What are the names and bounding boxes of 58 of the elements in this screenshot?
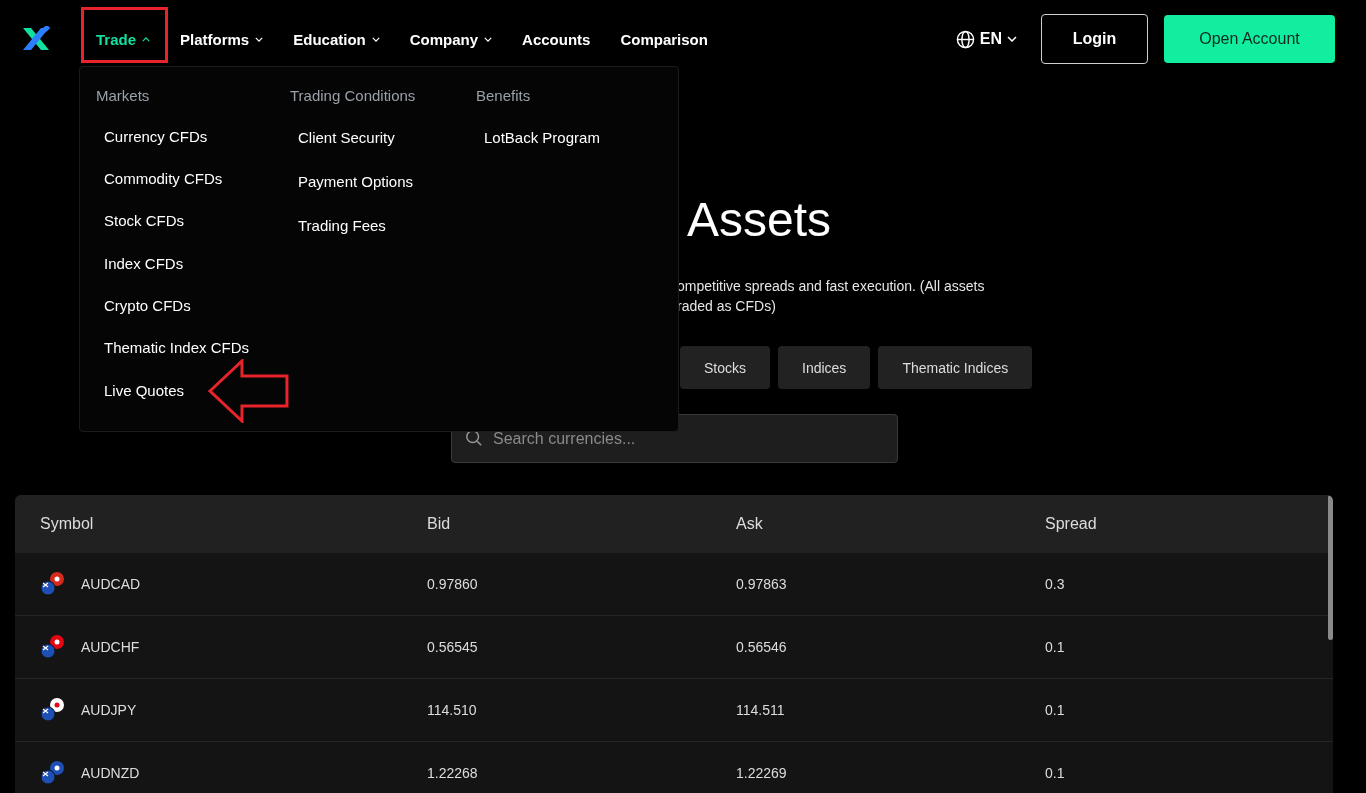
flags-icon bbox=[40, 697, 66, 723]
column-header: Spread bbox=[1045, 515, 1098, 533]
table-cell: AUDJPY bbox=[81, 702, 137, 718]
menu-item[interactable]: LotBack Program bbox=[476, 128, 600, 146]
table-cell: AUDNZD bbox=[81, 765, 140, 781]
filter-tab[interactable]: Stocks bbox=[680, 346, 770, 389]
column-header: Ask bbox=[736, 515, 764, 533]
menu-item[interactable]: Trading Fees bbox=[290, 216, 386, 234]
table-cell: 0.97863 bbox=[736, 576, 787, 592]
table-cell: 0.1 bbox=[1045, 639, 1065, 655]
nav-link[interactable]: Accounts bbox=[507, 19, 606, 59]
filter-tab[interactable]: Indices bbox=[778, 346, 871, 389]
table-cell: AUDCAD bbox=[81, 576, 141, 592]
flags-icon bbox=[40, 571, 66, 597]
menu-item[interactable]: Thematic Index CFDs bbox=[96, 339, 250, 357]
menu-heading: Trading Conditions bbox=[290, 86, 417, 106]
nav-link[interactable]: Education bbox=[278, 19, 395, 59]
menu-item[interactable]: Payment Options bbox=[290, 172, 414, 190]
nav-link[interactable]: Company bbox=[394, 19, 508, 59]
menu-item[interactable]: Live Quotes bbox=[96, 382, 185, 400]
table-cell: 0.1 bbox=[1045, 765, 1065, 781]
table-cell: 0.56545 bbox=[427, 639, 478, 655]
subtitle-text: ompetitive spreads and fast execution. (All assets bbox=[677, 277, 986, 296]
scrollbar[interactable] bbox=[1328, 495, 1333, 640]
column-header: Symbol bbox=[39, 515, 95, 533]
menu-heading: Markets bbox=[96, 86, 151, 106]
column-header: Bid bbox=[427, 515, 452, 533]
table-cell: 0.56546 bbox=[736, 639, 787, 655]
search-icon bbox=[465, 429, 483, 447]
login-button[interactable]: Login bbox=[1041, 14, 1148, 64]
menu-item[interactable]: Currency CFDs bbox=[96, 127, 208, 145]
flags-icon bbox=[40, 634, 66, 660]
globe-icon bbox=[955, 29, 975, 49]
nav-link[interactable]: Comparison bbox=[605, 19, 723, 59]
table-cell: 0.1 bbox=[1045, 702, 1065, 718]
menu-item[interactable]: Crypto CFDs bbox=[96, 296, 191, 314]
table-cell: 0.3 bbox=[1045, 576, 1065, 592]
arrow-icon bbox=[208, 358, 290, 423]
menu-item[interactable]: Index CFDs bbox=[96, 254, 184, 272]
menu-heading: Benefits bbox=[476, 86, 532, 106]
table-cell: 1.22268 bbox=[427, 765, 478, 781]
table-cell: 0.97860 bbox=[427, 576, 478, 592]
table-cell: AUDCHF bbox=[81, 639, 140, 655]
open-account-button[interactable]: Open Account bbox=[1164, 15, 1335, 63]
language-selector[interactable]: EN bbox=[955, 29, 1017, 49]
page-title: Assets bbox=[687, 192, 833, 248]
nav-link[interactable]: Trade bbox=[81, 19, 166, 59]
menu-item[interactable]: Client Security bbox=[290, 128, 395, 146]
flags-icon bbox=[40, 760, 66, 786]
filter-tab[interactable]: Thematic Indices bbox=[878, 346, 1033, 389]
table-cell: 1.22269 bbox=[736, 765, 787, 781]
chevron-icon bbox=[1007, 36, 1017, 42]
logo-icon[interactable] bbox=[21, 26, 51, 52]
menu-item[interactable]: Stock CFDs bbox=[96, 212, 184, 230]
nav-link[interactable]: Platforms bbox=[165, 19, 279, 59]
menu-item[interactable]: Commodity CFDs bbox=[96, 170, 223, 187]
table-cell: 114.511 bbox=[736, 702, 785, 718]
table-cell: 114.510 bbox=[427, 702, 477, 718]
